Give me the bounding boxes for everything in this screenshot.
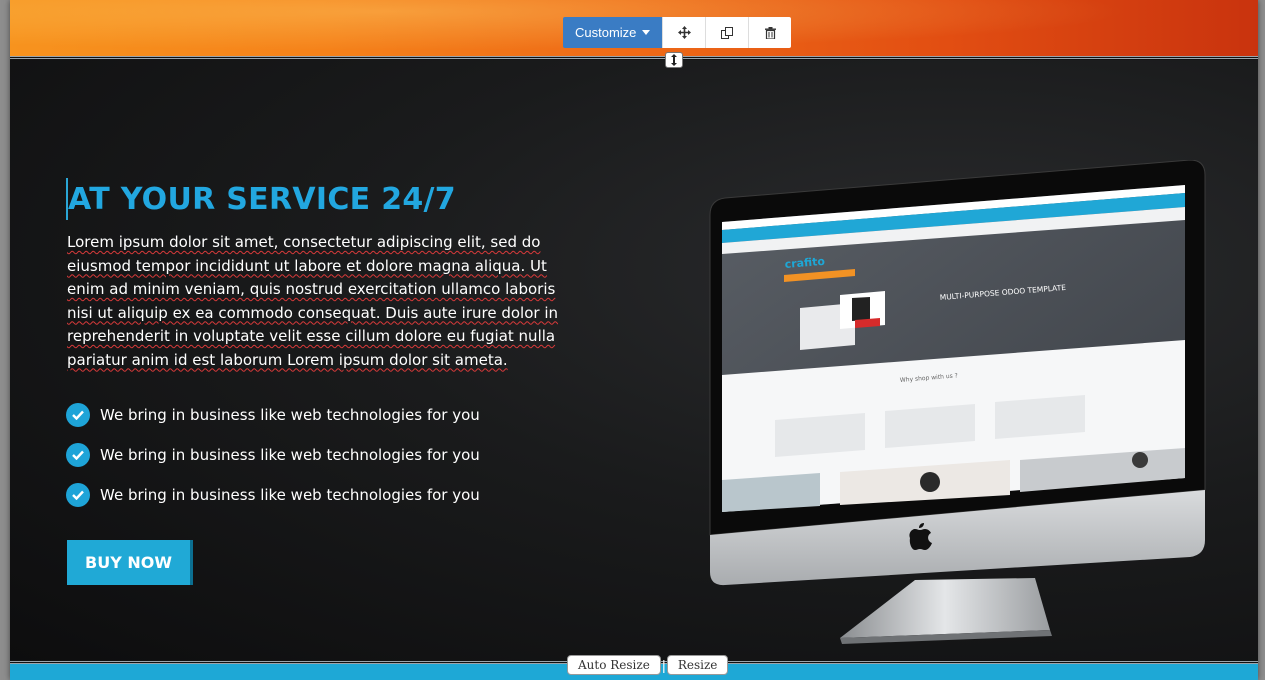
feature-text: We bring in business like web technologi… <box>100 406 480 424</box>
clone-button[interactable] <box>705 17 749 48</box>
snippet-edit-toolbar: Customize <box>563 17 792 48</box>
caret-down-icon <box>642 29 651 35</box>
resize-vertical-icon <box>671 54 677 66</box>
feature-item[interactable]: We bring in business like web technologi… <box>66 395 480 435</box>
resize-button[interactable]: Resize <box>666 655 729 675</box>
vertical-resize-handle[interactable] <box>665 52 683 68</box>
resize-divider: | <box>661 657 666 673</box>
move-button[interactable] <box>662 17 706 48</box>
feature-text: We bring in business like web technologi… <box>100 446 480 464</box>
hero-paragraph-text: Lorem ipsum dolor sit amet, consectetur … <box>67 233 559 369</box>
auto-resize-button[interactable]: Auto Resize <box>567 655 661 675</box>
snippet-boundary-top <box>10 56 1258 59</box>
check-circle-icon <box>66 443 90 467</box>
trash-icon <box>764 26 776 39</box>
clone-icon <box>721 26 734 39</box>
buy-now-button[interactable]: BUY NOW <box>67 540 193 585</box>
imac-mockup-image: crafito MULTI-PURPOSE ODOO TEMPLATE Why … <box>709 160 1206 644</box>
hero-headline[interactable]: AT YOUR SERVICE 24/7 <box>68 182 456 217</box>
customize-button[interactable]: Customize <box>563 17 663 48</box>
check-circle-icon <box>66 403 90 427</box>
feature-item[interactable]: We bring in business like web technologi… <box>66 475 480 515</box>
feature-list: We bring in business like web technologi… <box>66 395 480 515</box>
page-canvas: Customize AT YOUR SERVICE 24/7 Lorem ips… <box>10 0 1258 680</box>
feature-text: We bring in business like web technologi… <box>100 486 480 504</box>
resize-controls: Auto Resize | Resize <box>567 655 729 675</box>
move-icon <box>677 26 691 39</box>
check-circle-icon <box>66 483 90 507</box>
feature-item[interactable]: We bring in business like web technologi… <box>66 435 480 475</box>
hero-paragraph[interactable]: Lorem ipsum dolor sit amet, consectetur … <box>67 231 562 372</box>
customize-label: Customize <box>575 25 637 40</box>
delete-button[interactable] <box>748 17 792 48</box>
